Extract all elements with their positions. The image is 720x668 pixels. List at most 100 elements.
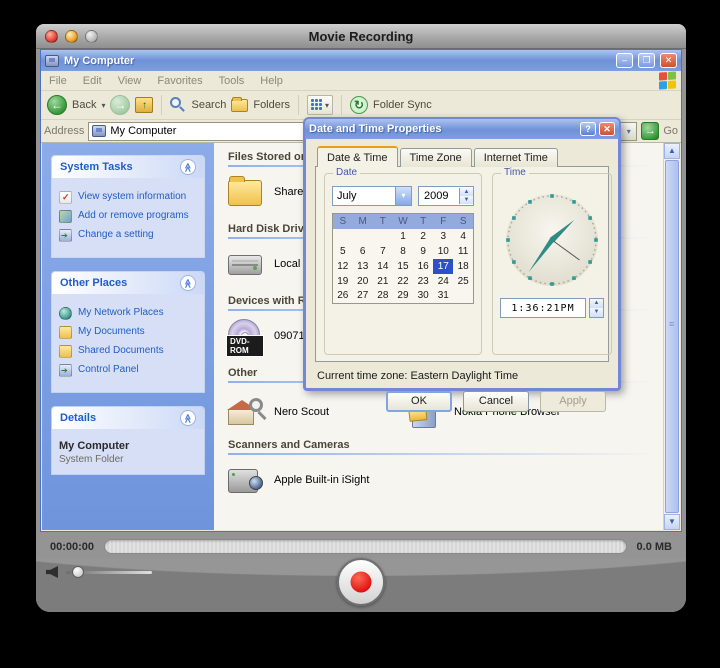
- calendar-day[interactable]: 28: [373, 289, 393, 304]
- collapse-chevron-icon[interactable]: ≪: [180, 410, 196, 426]
- calendar-day[interactable]: 2: [413, 229, 433, 244]
- go-label[interactable]: Go: [663, 125, 678, 137]
- link-shared-documents[interactable]: Shared Documents: [59, 345, 197, 358]
- vertical-scrollbar[interactable]: ▲ ▼: [663, 143, 680, 530]
- calendar-day[interactable]: 27: [353, 289, 373, 304]
- link-my-documents[interactable]: My Documents: [59, 326, 197, 339]
- task-add-remove-programs[interactable]: Add or remove programs: [59, 210, 197, 223]
- year-spin-buttons[interactable]: ▲▼: [459, 188, 473, 204]
- up-folder-icon[interactable]: ↑: [135, 97, 153, 113]
- calendar-day[interactable]: 29: [393, 289, 413, 304]
- views-button[interactable]: ▾: [307, 95, 333, 115]
- xp-minimize-button[interactable]: –: [616, 53, 633, 68]
- section-scanners-header: Scanners and Cameras: [228, 439, 663, 453]
- tab-internet-time[interactable]: Internet Time: [474, 148, 558, 167]
- ok-button[interactable]: OK: [386, 391, 452, 412]
- year-spinner[interactable]: 2009 ▲▼: [418, 186, 474, 206]
- link-label: Shared Documents: [78, 345, 164, 357]
- folder-sync-label[interactable]: Folder Sync: [373, 99, 432, 111]
- menu-view[interactable]: View: [118, 75, 142, 87]
- menu-edit[interactable]: Edit: [83, 75, 102, 87]
- calendar-day[interactable]: 13: [353, 259, 373, 274]
- dialog-close-icon[interactable]: ✕: [599, 122, 615, 136]
- scroll-up-icon[interactable]: ▲: [664, 143, 680, 159]
- xp-close-button[interactable]: ✕: [660, 53, 677, 68]
- calendar-day[interactable]: 5: [333, 244, 353, 259]
- calendar-day[interactable]: 8: [393, 244, 413, 259]
- calendar-day[interactable]: 21: [373, 274, 393, 289]
- xp-maximize-button[interactable]: ❐: [638, 53, 655, 68]
- month-select[interactable]: July ▾: [332, 186, 412, 206]
- calendar-day[interactable]: 19: [333, 274, 353, 289]
- menu-help[interactable]: Help: [260, 75, 283, 87]
- dialog-titlebar[interactable]: Date and Time Properties ? ✕: [305, 119, 619, 139]
- calendar-day[interactable]: 9: [413, 244, 433, 259]
- calendar-day[interactable]: 20: [353, 274, 373, 289]
- calendar-day[interactable]: 14: [373, 259, 393, 274]
- cancel-button[interactable]: Cancel: [463, 391, 529, 412]
- menu-file[interactable]: File: [49, 75, 67, 87]
- calendar-day[interactable]: 12: [333, 259, 353, 274]
- calendar-day[interactable]: 16: [413, 259, 433, 274]
- calendar-day[interactable]: 31: [433, 289, 453, 304]
- time-spin-buttons[interactable]: ▲▼: [589, 298, 604, 318]
- calendar-day[interactable]: 26: [333, 289, 353, 304]
- calendar-day[interactable]: 18: [453, 259, 473, 274]
- folders-icon[interactable]: [231, 99, 248, 112]
- item-apple-isight[interactable]: Apple Built-in iSight: [228, 463, 663, 497]
- calendar-day[interactable]: 10: [433, 244, 453, 259]
- mac-titlebar[interactable]: Movie Recording: [36, 24, 686, 49]
- zoom-window-button[interactable]: [85, 30, 98, 43]
- close-window-button[interactable]: [45, 30, 58, 43]
- calendar[interactable]: SMTWTFS 12345678910111213141516171819202…: [332, 213, 474, 304]
- volume-knob[interactable]: [72, 566, 84, 578]
- folders-label[interactable]: Folders: [253, 99, 290, 111]
- search-label[interactable]: Search: [191, 99, 226, 111]
- calendar-day[interactable]: 4: [453, 229, 473, 244]
- calendar-day[interactable]: 3: [433, 229, 453, 244]
- folder-sync-icon[interactable]: ↻: [350, 96, 368, 114]
- volume-slider[interactable]: [66, 571, 152, 574]
- tab-date-time[interactable]: Date & Time: [317, 146, 398, 167]
- calendar-day[interactable]: 1: [393, 229, 413, 244]
- link-control-panel[interactable]: Control Panel: [59, 364, 197, 377]
- calendar-day[interactable]: 17: [433, 259, 453, 274]
- search-icon[interactable]: [170, 97, 186, 113]
- month-dropdown-icon[interactable]: ▾: [395, 187, 411, 205]
- task-view-system-information[interactable]: View system information: [59, 191, 197, 204]
- scrollbar-thumb[interactable]: [665, 160, 679, 513]
- apply-button[interactable]: Apply: [540, 391, 606, 412]
- time-field[interactable]: 1:36:21PM: [500, 298, 586, 318]
- collapse-chevron-icon[interactable]: ≪: [180, 275, 196, 291]
- tab-time-zone[interactable]: Time Zone: [400, 148, 472, 167]
- calendar-day[interactable]: 6: [353, 244, 373, 259]
- calendar-day[interactable]: 30: [413, 289, 433, 304]
- calendar-day[interactable]: 23: [413, 274, 433, 289]
- back-label[interactable]: Back: [72, 99, 96, 111]
- minimize-window-button[interactable]: [65, 30, 78, 43]
- menu-favorites[interactable]: Favorites: [157, 75, 202, 87]
- other-places-header[interactable]: Other Places ≪: [52, 272, 204, 294]
- scroll-down-icon[interactable]: ▼: [664, 514, 680, 530]
- task-change-a-setting[interactable]: Change a setting: [59, 229, 197, 242]
- forward-icon[interactable]: →: [110, 95, 130, 115]
- calendar-day[interactable]: 11: [453, 244, 473, 259]
- calendar-day: [333, 229, 353, 244]
- calendar-day[interactable]: 22: [393, 274, 413, 289]
- calendar-day[interactable]: 25: [453, 274, 473, 289]
- menu-tools[interactable]: Tools: [219, 75, 245, 87]
- xp-titlebar[interactable]: My Computer – ❐ ✕: [41, 50, 681, 71]
- go-icon[interactable]: →: [641, 122, 659, 140]
- address-dropdown-icon[interactable]: ▾: [620, 122, 637, 141]
- calendar-day[interactable]: 24: [433, 274, 453, 289]
- link-my-network-places[interactable]: My Network Places: [59, 307, 197, 320]
- calendar-day[interactable]: 7: [373, 244, 393, 259]
- system-tasks-header[interactable]: System Tasks ≪: [52, 156, 204, 178]
- collapse-chevron-icon[interactable]: ≪: [180, 159, 196, 175]
- back-dropdown-icon[interactable]: ▾: [101, 101, 105, 110]
- help-icon[interactable]: ?: [580, 122, 596, 136]
- record-button[interactable]: [337, 558, 385, 606]
- details-header[interactable]: Details ≪: [52, 407, 204, 429]
- calendar-day[interactable]: 15: [393, 259, 413, 274]
- back-icon[interactable]: ←: [47, 95, 67, 115]
